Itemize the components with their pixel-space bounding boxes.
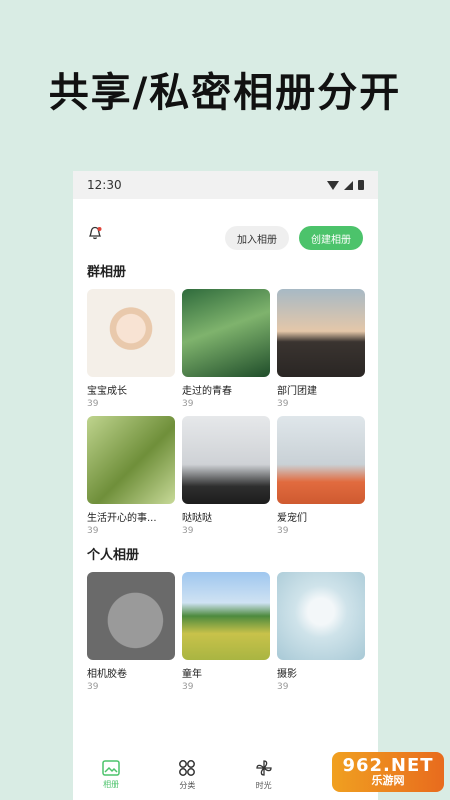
album-name: 童年 bbox=[182, 669, 202, 680]
watermark-brand: 962.NET bbox=[342, 755, 434, 776]
grey-cat-photo bbox=[87, 572, 175, 660]
create-album-button[interactable]: 创建相册 bbox=[299, 226, 363, 250]
tab-album-label: 相册 bbox=[103, 780, 120, 789]
tab-album[interactable]: 相册 bbox=[81, 760, 141, 790]
status-bar: 12:30 bbox=[73, 171, 378, 199]
status-time: 12:30 bbox=[87, 178, 122, 192]
album-name: 爱宠们 bbox=[277, 513, 307, 524]
girl-portrait-photo bbox=[182, 416, 270, 504]
tab-timeline-label: 时光 bbox=[255, 781, 272, 790]
join-album-button[interactable]: 加入相册 bbox=[225, 226, 289, 250]
album-card[interactable]: 相机胶卷 39 bbox=[87, 572, 175, 692]
album-card[interactable]: 宝宝成长 39 bbox=[87, 289, 175, 409]
cat-photo bbox=[277, 416, 365, 504]
album-count: 39 bbox=[277, 399, 289, 409]
battery-icon bbox=[358, 180, 364, 190]
album-name: 部门团建 bbox=[277, 386, 317, 397]
tab-timeline[interactable]: 时光 bbox=[234, 759, 294, 791]
album-name: 走过的青春 bbox=[182, 386, 232, 397]
palm-girl-photo bbox=[182, 289, 270, 377]
baby-photo bbox=[87, 289, 175, 377]
album-count: 39 bbox=[182, 682, 194, 692]
signal-icon bbox=[344, 180, 353, 190]
field-photo bbox=[182, 572, 270, 660]
site-watermark: 962.NET 乐游网 bbox=[332, 752, 444, 792]
album-card[interactable]: 爱宠们 39 bbox=[277, 416, 365, 536]
album-name: 宝宝成长 bbox=[87, 386, 127, 397]
album-count: 39 bbox=[182, 526, 194, 536]
album-icon bbox=[102, 760, 120, 776]
personal-albums-grid: 相机胶卷 39 童年 39 摄影 39 bbox=[87, 572, 367, 692]
promo-headline: 共享/私密相册分开 bbox=[48, 70, 402, 116]
album-name: 摄影 bbox=[277, 669, 297, 680]
album-count: 39 bbox=[277, 526, 289, 536]
top-bar: 加入相册 创建相册 bbox=[73, 199, 378, 253]
grid-icon bbox=[179, 760, 196, 776]
personal-albums-title: 个人相册 bbox=[87, 548, 140, 563]
album-name: 相机胶卷 bbox=[87, 669, 127, 680]
hands-light-photo bbox=[277, 572, 365, 660]
album-count: 39 bbox=[87, 399, 99, 409]
album-card[interactable]: 童年 39 bbox=[182, 572, 270, 692]
album-name: 生活开心的事... bbox=[87, 513, 157, 524]
bell-icon[interactable] bbox=[87, 225, 103, 241]
album-card[interactable]: 部门团建 39 bbox=[277, 289, 365, 409]
album-count: 39 bbox=[87, 682, 99, 692]
watermark-sub: 乐游网 bbox=[371, 774, 405, 787]
tab-category-label: 分类 bbox=[179, 781, 196, 790]
album-count: 39 bbox=[277, 682, 289, 692]
group-albums-title: 群相册 bbox=[87, 265, 127, 280]
tab-category[interactable]: 分类 bbox=[157, 759, 217, 791]
album-card[interactable]: 哒哒哒 39 bbox=[182, 416, 270, 536]
album-name: 哒哒哒 bbox=[182, 513, 212, 524]
tree-photo bbox=[87, 416, 175, 504]
album-card[interactable]: 生活开心的事... 39 bbox=[87, 416, 175, 536]
album-card[interactable]: 走过的青春 39 bbox=[182, 289, 270, 409]
album-count: 39 bbox=[182, 399, 194, 409]
phone-screen: 12:30 加入相册 创建相册 群相册 宝宝成长 39 走过的青春 39 部门团… bbox=[73, 171, 378, 800]
album-card[interactable]: 摄影 39 bbox=[277, 572, 365, 692]
sunset-group-photo bbox=[277, 289, 365, 377]
group-albums-grid: 宝宝成长 39 走过的青春 39 部门团建 39 生活开心的事... 39 哒哒… bbox=[87, 289, 367, 536]
album-count: 39 bbox=[87, 526, 99, 536]
wifi-icon bbox=[327, 180, 339, 190]
pinwheel-icon bbox=[255, 760, 272, 776]
